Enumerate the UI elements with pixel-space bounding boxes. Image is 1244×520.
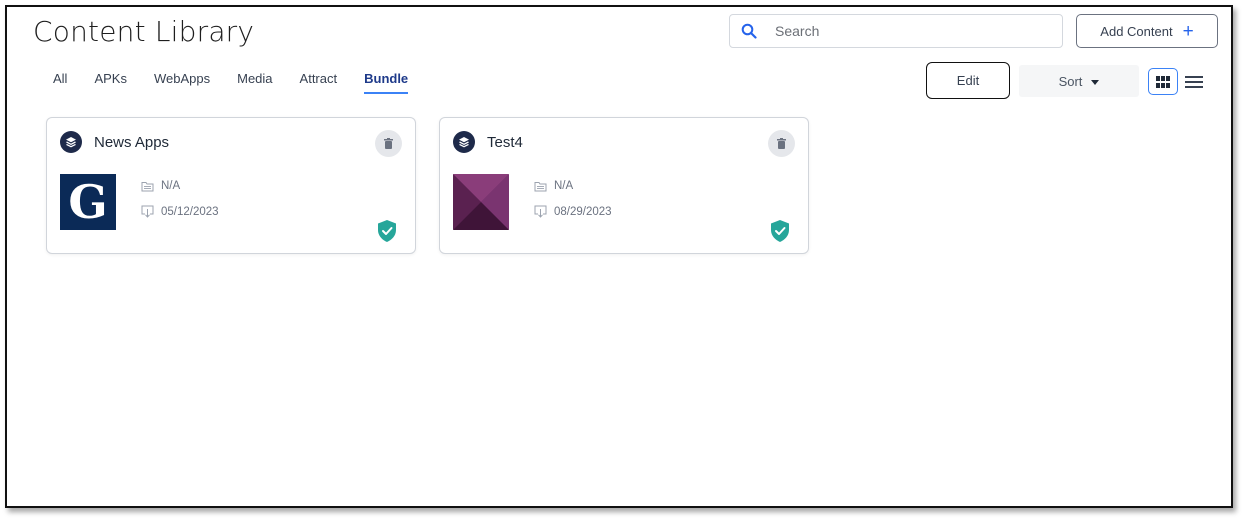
list-view-toggle[interactable] [1183,71,1205,93]
upload-date-icon [534,205,547,218]
guardian-logo-letter: G [68,175,108,229]
tab-webapps[interactable]: WebApps [154,71,210,94]
plus-icon: + [1182,20,1194,42]
bundle-card[interactable]: News Apps G N/A 05/12/2023 [46,117,416,254]
list-icon [1185,76,1203,88]
tab-media[interactable]: Media [237,71,272,94]
bundle-card[interactable]: Test4 N/A 08/29/2023 [439,117,809,254]
folder-meta: N/A [141,180,180,192]
grid-view-toggle[interactable] [1148,68,1178,95]
card-title: Test4 [487,134,523,151]
date-value: 08/29/2023 [554,205,612,218]
tab-bundle[interactable]: Bundle [364,71,409,94]
edit-button[interactable]: Edit [926,62,1010,99]
folder-icon [141,181,154,191]
delete-button[interactable] [375,130,402,157]
tab-attract[interactable]: Attract [300,71,338,94]
layers-icon [60,131,82,153]
tab-all[interactable]: All [53,71,67,94]
tab-apks[interactable]: APKs [94,71,127,94]
search-input[interactable] [775,23,1035,39]
content-type-tabs: All APKs WebApps Media Attract Bundle [53,71,435,94]
sort-label: Sort [1058,73,1083,89]
folder-icon [534,181,547,191]
folder-value: N/A [161,180,181,192]
verified-shield-icon [771,220,789,242]
layers-icon [453,131,475,153]
add-content-label: Add Content [1100,23,1173,39]
page-title: Content Library [33,15,255,48]
add-content-button[interactable]: Add Content + [1076,14,1218,48]
search-icon [741,23,757,39]
trash-icon [777,138,786,149]
search-box[interactable] [729,14,1063,48]
delete-button[interactable] [768,130,795,157]
grid-icon [1156,75,1170,88]
caret-down-icon [1091,80,1100,85]
card-title: News Apps [94,134,170,151]
upload-date-icon [141,205,154,218]
verified-shield-icon [378,220,396,242]
folder-meta: N/A [534,180,573,192]
date-meta: 08/29/2023 [534,205,612,218]
guardian-logo: G [60,174,116,230]
date-value: 05/12/2023 [161,205,219,218]
purple-pyramid-thumbnail [453,174,509,230]
date-meta: 05/12/2023 [141,205,219,218]
sort-dropdown[interactable]: Sort [1019,65,1139,97]
folder-value: N/A [554,180,574,192]
app-window: Content Library Add Content + All APKs W… [5,5,1233,508]
trash-icon [384,138,393,149]
